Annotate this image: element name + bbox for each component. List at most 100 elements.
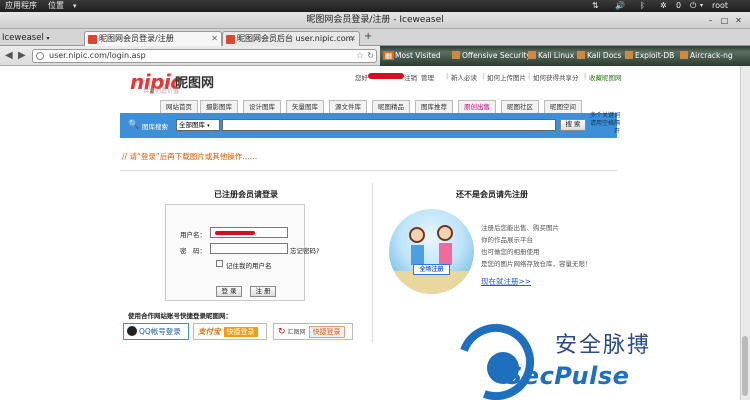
- chevron-down-icon: ▾: [700, 2, 704, 9]
- bookmark-icon: ▦: [383, 51, 395, 60]
- nav-home[interactable]: 网站首页: [160, 100, 198, 113]
- separator: |: [482, 72, 485, 80]
- tab-label: 昵图网会员后台 user.nipic.com: [237, 34, 354, 43]
- login-heading: 已注册会员请登录: [214, 190, 278, 199]
- qq-penguin-icon: [127, 326, 137, 336]
- clock[interactable]: 0: [676, 0, 681, 12]
- nav-photo[interactable]: 摄影图库: [200, 100, 238, 113]
- url-text: user.nipic.com/login.asp: [49, 51, 146, 60]
- forgot-password-link[interactable]: 忘记密码?: [290, 245, 319, 255]
- forward-icon[interactable]: ▶: [18, 49, 26, 63]
- network-icon[interactable]: ⇅: [592, 0, 599, 12]
- password-input[interactable]: [210, 243, 288, 254]
- tab-backend[interactable]: 昵图网会员后台 user.nipic.com ✕: [222, 31, 360, 46]
- close-icon[interactable]: ✕: [733, 15, 744, 26]
- manage-link[interactable]: 管理: [421, 72, 434, 82]
- fast-login-label: 快捷登录: [223, 327, 258, 337]
- cartoon-boy-head: [409, 227, 425, 243]
- register-line: 注册后您能出售、购买图片: [481, 224, 559, 232]
- nipic-favicon-icon: [226, 35, 235, 44]
- link-points[interactable]: 如何获得共享分: [533, 72, 579, 82]
- new-tab-button[interactable]: +: [364, 31, 372, 42]
- link-upload[interactable]: 如何上传图片: [487, 72, 526, 82]
- link-favorite[interactable]: 收藏昵图网: [589, 72, 622, 82]
- user-name[interactable]: root: [712, 0, 728, 12]
- username-input[interactable]: [210, 227, 288, 238]
- globe-icon: [36, 52, 44, 60]
- url-bar[interactable]: user.nipic.com/login.asp ☆ ↻: [32, 49, 377, 63]
- bookmarks-toolbar: ▦ Most Visited Offensive Security Kali L…: [380, 46, 750, 66]
- site-logo-cn[interactable]: 昵图网: [175, 72, 214, 91]
- close-tab-icon[interactable]: ✕: [211, 32, 218, 46]
- vertical-scrollbar[interactable]: [740, 66, 750, 400]
- reload-icon[interactable]: ↻: [367, 50, 374, 62]
- cartoon-girl-head: [437, 225, 453, 241]
- login-button[interactable]: 登 录: [216, 286, 242, 297]
- window-titlebar: 昵图网会员登录/注册 - Iceweasel – □ ✕: [0, 12, 750, 29]
- register-button[interactable]: 注 册: [250, 286, 276, 297]
- search-scope-select[interactable]: 全部图库 ▾: [176, 119, 220, 131]
- chevron-down-icon: ▾: [73, 2, 77, 10]
- nav-recommend[interactable]: 图库推荐: [415, 100, 453, 113]
- register-heading: 还不是会员请先注册: [456, 190, 528, 199]
- search-button[interactable]: 搜 索: [560, 119, 586, 131]
- alipay-login-button[interactable]: 支付宝 快捷登录: [193, 323, 267, 340]
- search-icon: 🔍: [128, 120, 140, 130]
- watermark-cn: 安全脉搏: [555, 333, 652, 358]
- register-line: 也可做您的相册使用: [481, 248, 540, 256]
- search-more-text: 多个关键词请用空格隔开: [590, 112, 621, 135]
- bookmark-exploit-db[interactable]: Exploit-DB: [625, 51, 674, 60]
- nav-design[interactable]: 设计图库: [243, 100, 281, 113]
- scrollbar-thumb[interactable]: [742, 336, 748, 396]
- qq-label: QQ帐号登录: [139, 327, 181, 336]
- watermark-en: SecPulse: [505, 362, 630, 390]
- remember-checkbox[interactable]: [216, 260, 223, 267]
- register-illustration: 全场注册: [389, 209, 474, 294]
- greeting: 您好: [355, 74, 368, 82]
- remember-label: 记住我的用户名: [226, 262, 272, 270]
- login-hint: // 请“登录”后再下载图片或其他操作……: [122, 152, 258, 161]
- nav-vector[interactable]: 矢量图库: [286, 100, 324, 113]
- nav-featured[interactable]: 昵图精品: [372, 100, 410, 113]
- window-title: 昵图网会员登录/注册 - Iceweasel: [306, 15, 444, 25]
- accessibility-icon[interactable]: ✲: [660, 0, 667, 12]
- gnome-top-panel: 应用程序 位置 ▾ ⇅ 🔊 ᛒ ✲ 0 ⏻ ▾ root: [0, 0, 750, 12]
- qq-login-button[interactable]: QQ帐号登录: [123, 323, 189, 340]
- close-tab-icon[interactable]: ✕: [349, 32, 356, 46]
- nav-space[interactable]: 昵图空间: [544, 100, 582, 113]
- logout-link[interactable]: 注销: [404, 72, 417, 82]
- site-tagline: 共享创造价值: [143, 88, 180, 95]
- huitu-login-button[interactable]: ↻ 汇图网 快捷登录: [273, 323, 353, 340]
- bookmark-kali-docs[interactable]: Kali Docs: [577, 51, 621, 60]
- alipay-label: 支付宝: [198, 327, 221, 336]
- places-menu[interactable]: 位置: [48, 0, 64, 12]
- tab-bar: Iceweasel ▾ 昵图网会员登录/注册 ✕ 昵图网会员后台 user.ni…: [0, 29, 750, 46]
- bookmark-kali-linux[interactable]: Kali Linux: [528, 51, 574, 60]
- volume-icon[interactable]: 🔊: [615, 0, 625, 12]
- vertical-divider: [372, 183, 373, 343]
- nav-source[interactable]: 源文件库: [329, 100, 367, 113]
- partner-heading: 使用合作网站账号快捷登录昵图网：: [128, 312, 232, 320]
- link-newbie[interactable]: 新人必读: [451, 72, 477, 82]
- bookmark-most-visited[interactable]: Most Visited: [395, 51, 441, 60]
- navigation-toolbar: ◀ ▶ user.nipic.com/login.asp ☆ ↻ ▦ Most …: [0, 46, 750, 66]
- applications-menu[interactable]: 应用程序: [5, 0, 37, 12]
- search-input[interactable]: [222, 119, 556, 131]
- power-icon[interactable]: ⏻: [690, 0, 696, 12]
- nav-original[interactable]: 原创出售: [458, 100, 496, 113]
- maximize-icon[interactable]: □: [719, 15, 730, 26]
- register-line: 你的作品展示平台: [481, 236, 533, 244]
- bookmark-star-icon[interactable]: ☆: [356, 50, 364, 62]
- huitu-fast-label: 快捷登录: [308, 326, 345, 338]
- tab-login[interactable]: 昵图网会员登录/注册 ✕: [84, 31, 222, 46]
- bluetooth-icon[interactable]: ᛒ: [640, 0, 645, 12]
- bookmark-offensive-security[interactable]: Offensive Security: [452, 51, 531, 60]
- minimize-icon[interactable]: –: [705, 15, 716, 26]
- bookmark-aircrack[interactable]: Aircrack-ng: [680, 51, 733, 60]
- back-icon[interactable]: ◀: [5, 49, 13, 63]
- nipic-favicon-icon: [88, 35, 97, 44]
- nav-community[interactable]: 昵图社区: [501, 100, 539, 113]
- register-now-link[interactable]: 现在就注册>>: [481, 276, 531, 287]
- app-menu-button[interactable]: Iceweasel ▾: [2, 31, 80, 45]
- redacted-username: [215, 231, 255, 235]
